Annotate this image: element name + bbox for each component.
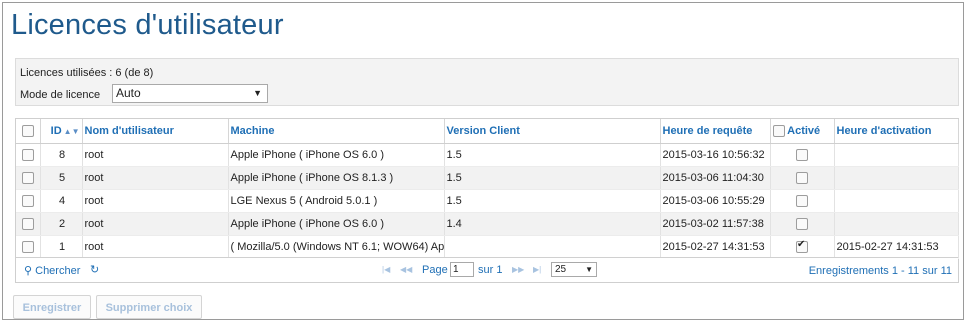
- next-page-icon[interactable]: ▶▶: [512, 265, 524, 274]
- column-header-id[interactable]: ID ▲▼: [40, 119, 83, 144]
- page-number-input[interactable]: 1: [450, 262, 474, 277]
- cell-user: root: [82, 212, 229, 236]
- table-row[interactable]: 8 root Apple iPhone ( iPhone OS 6.0 ) 1.…: [16, 143, 959, 167]
- row-select-checkbox[interactable]: [21, 241, 34, 254]
- table-header-row: ID ▲▼ Nom d'utilisateur Machine Version C…: [16, 119, 959, 144]
- cell-active: [770, 189, 835, 213]
- cell-id: 2: [40, 212, 83, 236]
- row-select-cell: [16, 166, 41, 190]
- search-button[interactable]: ⚲ Chercher: [24, 264, 80, 277]
- table-row[interactable]: 4 root LGE Nexus 5 ( Android 5.0.1 ) 1.5…: [16, 189, 959, 213]
- column-header-id-label: ID: [50, 125, 62, 137]
- cell-client-version: 1.5: [444, 166, 661, 190]
- cell-id: 5: [40, 166, 83, 190]
- prev-page-icon[interactable]: ◀◀: [400, 265, 412, 274]
- cell-user: root: [82, 235, 229, 259]
- sort-icon: ▲▼: [63, 127, 80, 136]
- first-page-icon[interactable]: |◀: [382, 265, 390, 274]
- cell-client-version: 1.4: [444, 212, 661, 236]
- active-checkbox[interactable]: [796, 218, 808, 231]
- column-header-active[interactable]: Activé: [770, 119, 835, 144]
- rows-per-page-value: 25: [555, 264, 567, 275]
- cell-activation-time: [834, 212, 959, 236]
- page-title: Licences d'utilisateur: [11, 9, 284, 41]
- active-checkbox[interactable]: [796, 239, 808, 254]
- cell-machine: Apple iPhone ( iPhone OS 6.0 ): [228, 212, 445, 236]
- licenses-table: ID ▲▼ Nom d'utilisateur Machine Version C…: [16, 119, 959, 259]
- table-row[interactable]: 5 root Apple iPhone ( iPhone OS 8.1.3 ) …: [16, 166, 959, 190]
- cell-request-time: 2015-03-02 11:57:38: [660, 212, 771, 236]
- cell-active: [770, 235, 835, 259]
- cell-request-time: 2015-03-06 10:55:29: [660, 189, 771, 213]
- chevron-down-icon: ▼: [253, 88, 262, 98]
- active-checkbox[interactable]: [796, 149, 808, 162]
- cell-id: 8: [40, 143, 83, 167]
- row-select-cell: [16, 235, 41, 259]
- refresh-icon[interactable]: ↻: [90, 263, 99, 276]
- cell-machine: Apple iPhone ( iPhone OS 6.0 ): [228, 143, 445, 167]
- save-button[interactable]: Enregistrer: [13, 295, 91, 319]
- main-frame: Licences d'utilisateur Licences utilisée…: [2, 2, 964, 320]
- active-checkbox[interactable]: [796, 172, 808, 185]
- search-icon: ⚲: [24, 265, 33, 277]
- cell-user: root: [82, 143, 229, 167]
- licenses-used-text: Licences utilisées : 6 (de 8): [20, 67, 154, 79]
- row-select-cell: [16, 212, 41, 236]
- table-row[interactable]: 2 root Apple iPhone ( iPhone OS 6.0 ) 1.…: [16, 212, 959, 236]
- cell-client-version: 1.5: [444, 189, 661, 213]
- cell-client-version: [444, 235, 661, 259]
- pager-bar: ⚲ Chercher ↻ |◀ ◀◀ Page 1 sur 1 ▶▶ ▶| 25…: [16, 257, 958, 282]
- column-header-user[interactable]: Nom d'utilisateur: [82, 119, 229, 144]
- column-header-active-label: Activé: [787, 124, 821, 137]
- cell-machine: Apple iPhone ( iPhone OS 8.1.3 ): [228, 166, 445, 190]
- page-count-label: sur 1: [478, 264, 503, 276]
- licenses-grid: ID ▲▼ Nom d'utilisateur Machine Version C…: [15, 118, 959, 283]
- row-select-checkbox[interactable]: [21, 195, 34, 208]
- license-mode-select[interactable]: Auto ▼: [112, 84, 268, 103]
- row-select-cell: [16, 189, 41, 213]
- cell-active: [770, 166, 835, 190]
- column-header-client-version[interactable]: Version Client: [444, 119, 661, 144]
- cell-machine: LGE Nexus 5 ( Android 5.0.1 ): [228, 189, 445, 213]
- rows-per-page-select[interactable]: 25 ▼: [551, 262, 597, 277]
- row-select-checkbox[interactable]: [21, 172, 34, 185]
- license-mode-label: Mode de licence: [20, 89, 101, 101]
- cell-id: 1: [40, 235, 83, 259]
- cell-id: 4: [40, 189, 83, 213]
- chevron-down-icon: ▼: [585, 265, 593, 274]
- license-info-panel: Licences utilisées : 6 (de 8) Mode de li…: [15, 58, 959, 106]
- cell-activation-time: [834, 189, 959, 213]
- cell-client-version: 1.5: [444, 143, 661, 167]
- cell-user: root: [82, 189, 229, 213]
- records-count: Enregistrements 1 - 11 sur 11: [808, 265, 952, 277]
- cell-active: [770, 212, 835, 236]
- cell-request-time: 2015-02-27 14:31:53: [660, 235, 771, 259]
- cell-activation-time: [834, 143, 959, 167]
- column-header-activation-time[interactable]: Heure d'activation: [834, 119, 959, 144]
- active-all-checkbox[interactable]: [772, 125, 785, 138]
- cell-request-time: 2015-03-06 11:04:30: [660, 166, 771, 190]
- page-label: Page: [422, 264, 448, 276]
- cell-machine: ( Mozilla/5.0 (Windows NT 6.1; WOW64) Ap: [228, 235, 445, 259]
- select-all-checkbox[interactable]: [21, 125, 34, 138]
- cell-active: [770, 143, 835, 167]
- select-all-cell: [16, 119, 41, 144]
- column-header-machine[interactable]: Machine: [228, 119, 445, 144]
- cell-activation-time: [834, 166, 959, 190]
- search-label: Chercher: [35, 265, 81, 277]
- row-select-checkbox[interactable]: [21, 149, 34, 162]
- cell-activation-time: 2015-02-27 14:31:53: [834, 235, 959, 259]
- row-select-checkbox[interactable]: [21, 218, 34, 231]
- last-page-icon[interactable]: ▶|: [533, 265, 541, 274]
- active-checkbox[interactable]: [796, 195, 808, 208]
- license-mode-value: Auto: [116, 86, 141, 100]
- delete-selected-button[interactable]: Supprimer choix: [96, 295, 202, 319]
- table-row[interactable]: 1 root ( Mozilla/5.0 (Windows NT 6.1; WO…: [16, 235, 959, 259]
- cell-request-time: 2015-03-16 10:56:32: [660, 143, 771, 167]
- row-select-cell: [16, 143, 41, 167]
- column-header-request-time[interactable]: Heure de requête: [660, 119, 771, 144]
- cell-user: root: [82, 166, 229, 190]
